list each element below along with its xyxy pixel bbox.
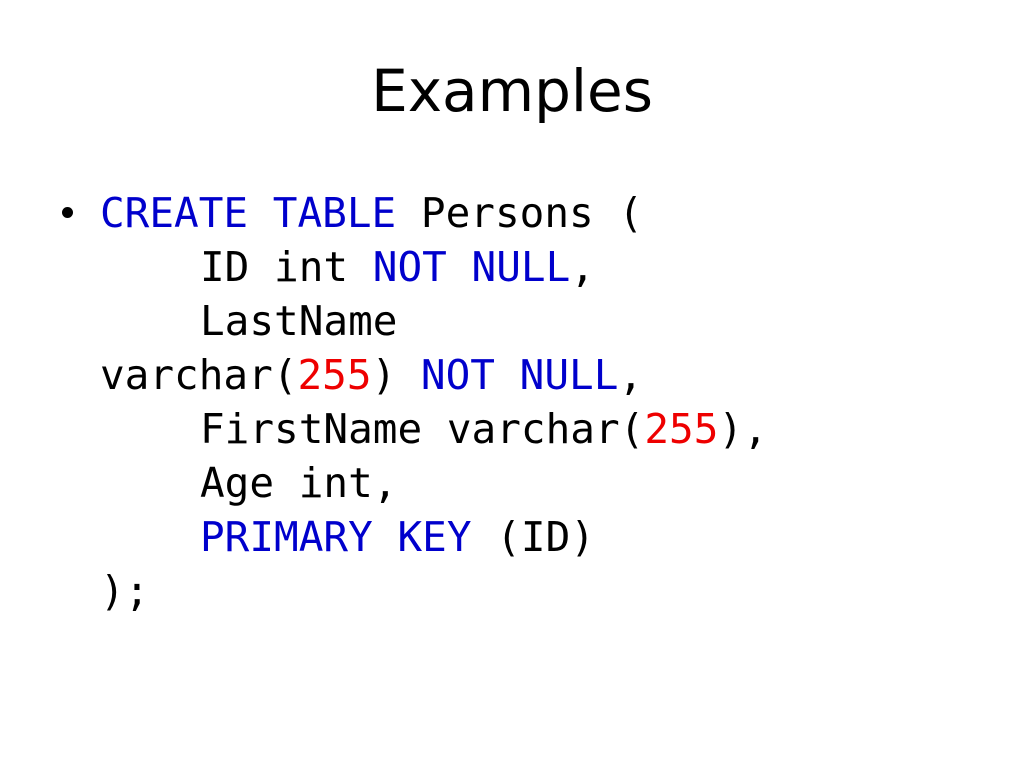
code-token-plain: varchar( xyxy=(100,351,298,399)
bullet-dot-icon xyxy=(62,207,73,218)
slide-canvas: Examples CREATE TABLE Persons (ID int NO… xyxy=(0,0,1024,768)
code-block: CREATE TABLE Persons (ID int NOT NULL, La… xyxy=(0,186,1024,618)
code-token-plain: (ID) xyxy=(471,513,595,561)
code-token-number: 255 xyxy=(644,405,719,453)
code-token-plain: , xyxy=(618,351,644,399)
code-token-plain: LastName xyxy=(200,297,398,345)
code-token-plain: Persons ( xyxy=(396,189,644,237)
code-token-plain: ), xyxy=(718,405,768,453)
code-token-plain: ID int xyxy=(200,243,373,291)
code-token-plain: , xyxy=(570,243,595,291)
code-token-keyword: NOT NULL xyxy=(372,243,571,291)
code-line: Age int, xyxy=(0,456,1024,510)
code-token-number: 255 xyxy=(297,351,372,399)
code-line: ID int NOT NULL, xyxy=(0,240,1024,294)
code-token-plain: ); xyxy=(100,567,150,615)
code-line: PRIMARY KEY (ID) xyxy=(0,510,1024,564)
code-line: ); xyxy=(0,564,1024,618)
code-token-plain: Age int, xyxy=(200,459,398,507)
code-line: varchar(255) NOT NULL, xyxy=(0,348,1024,402)
code-token-keyword: PRIMARY KEY xyxy=(200,513,472,561)
code-line: FirstName varchar(255), xyxy=(0,402,1024,456)
code-token-keyword: CREATE TABLE xyxy=(100,189,397,237)
code-token-plain: ) xyxy=(371,351,421,399)
code-token-keyword: NOT NULL xyxy=(420,351,619,399)
code-line: LastName xyxy=(0,294,1024,348)
page-title: Examples xyxy=(371,57,653,125)
code-line: CREATE TABLE Persons ( xyxy=(0,186,1024,240)
code-token-plain: FirstName varchar( xyxy=(200,405,645,453)
